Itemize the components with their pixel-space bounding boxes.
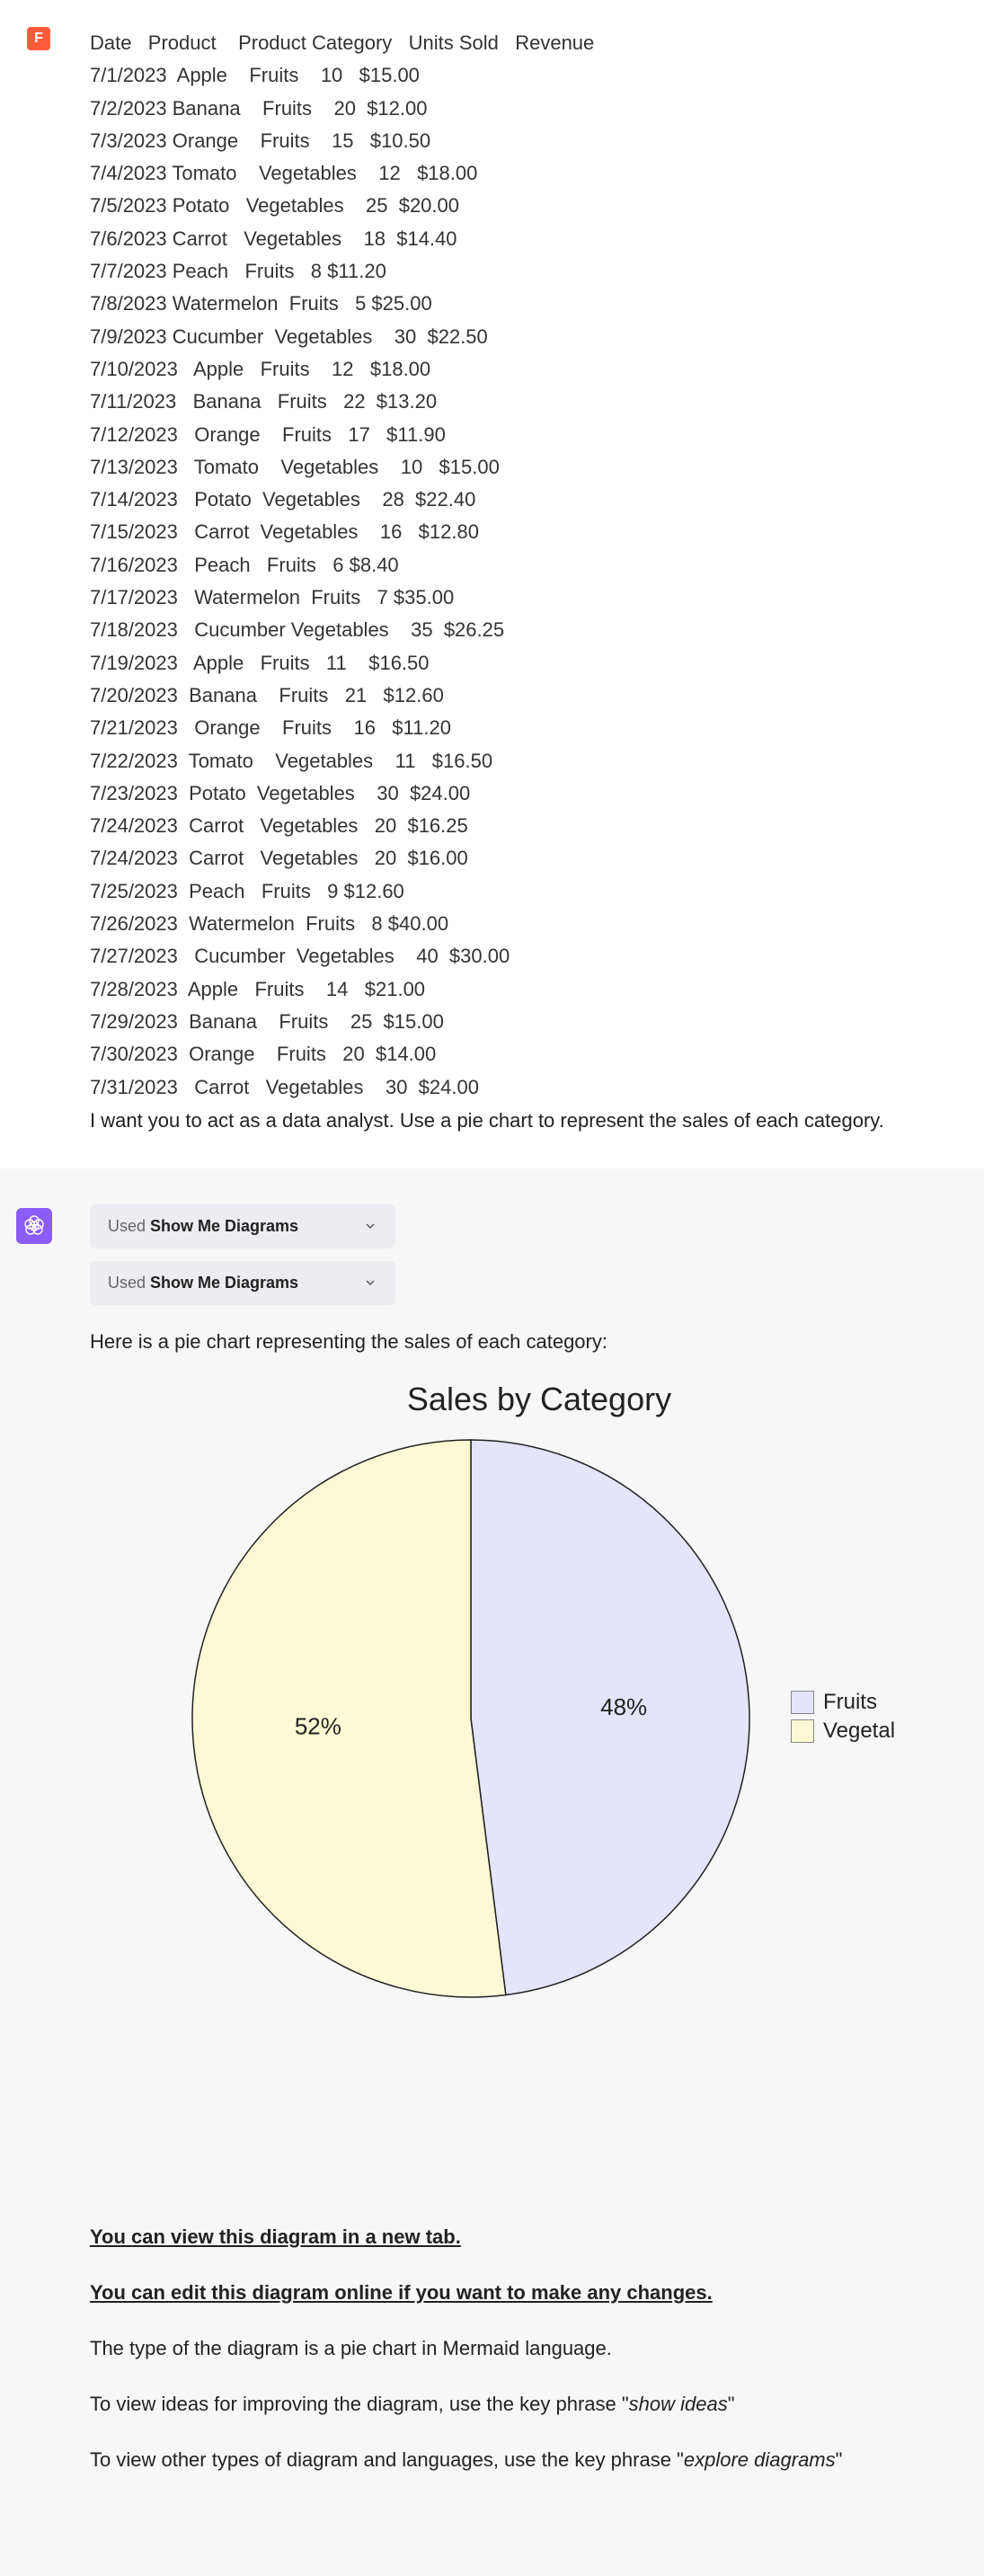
pie-slice-label: 48% (600, 1693, 647, 1720)
table-row: 7/5/2023 Potato Vegetables 25 $20.00 (90, 190, 894, 222)
legend-label: Fruits (823, 1690, 877, 1715)
table-row: 7/15/2023 Carrot Vegetables 16 $12.80 (90, 516, 894, 548)
user-prompt: I want you to act as a data analyst. Use… (90, 1109, 894, 1133)
table-row: 7/3/2023 Orange Fruits 15 $10.50 (90, 125, 894, 157)
table-row: 7/11/2023 Banana Fruits 22 $13.20 (90, 386, 894, 418)
chart-legend: Fruits Vegetal (791, 1690, 895, 1747)
legend-item: Fruits (791, 1690, 895, 1715)
chart-title: Sales by Category (90, 1381, 984, 1418)
edit-diagram-link[interactable]: You can edit this diagram online if you … (90, 2281, 713, 2304)
table-row: 7/24/2023 Carrot Vegetables 20 $16.00 (90, 842, 894, 875)
table-row: 7/14/2023 Potato Vegetables 28 $22.40 (90, 484, 894, 516)
diagram-type-text: The type of the diagram is a pie chart i… (90, 2337, 894, 2360)
assistant-avatar (16, 1208, 52, 1244)
pie-slice (192, 1440, 506, 1997)
table-row: 7/4/2023 Tomato Vegetables 12 $18.00 (90, 157, 894, 190)
chevron-down-icon (363, 1219, 377, 1233)
table-row: 7/16/2023 Peach Fruits 6 $8.40 (90, 549, 894, 582)
table-row: 7/10/2023 Apple Fruits 12 $18.00 (90, 353, 894, 386)
plugin-used-row-2[interactable]: Used Show Me Diagrams (90, 1261, 395, 1305)
raw-data-table: Date Product Product Category Units Sold… (90, 27, 894, 1104)
table-row: 7/6/2023 Carrot Vegetables 18 $14.40 (90, 223, 894, 255)
table-row: 7/26/2023 Watermelon Fruits 8 $40.00 (90, 908, 894, 940)
table-row: 7/27/2023 Cucumber Vegetables 40 $30.00 (90, 940, 894, 973)
table-row: 7/19/2023 Apple Fruits 11 $16.50 (90, 647, 894, 680)
table-row: 7/20/2023 Banana Fruits 21 $12.60 (90, 680, 894, 712)
table-row: 7/23/2023 Potato Vegetables 30 $24.00 (90, 777, 894, 810)
table-row: 7/30/2023 Orange Fruits 20 $14.00 (90, 1038, 894, 1070)
table-row: 7/18/2023 Cucumber Vegetables 35 $26.25 (90, 614, 894, 646)
table-row: 7/22/2023 Tomato Vegetables 11 $16.50 (90, 745, 894, 777)
table-row: 7/25/2023 Peach Fruits 9 $12.60 (90, 875, 894, 908)
table-row: 7/21/2023 Orange Fruits 16 $11.20 (90, 712, 894, 744)
explore-diagrams-text: To view other types of diagram and langu… (90, 2448, 894, 2472)
table-row: 7/8/2023 Watermelon Fruits 5 $25.00 (90, 288, 894, 320)
table-row: 7/17/2023 Watermelon Fruits 7 $35.00 (90, 582, 894, 614)
table-row: 7/12/2023 Orange Fruits 17 $11.90 (90, 419, 894, 451)
legend-swatch (791, 1719, 814, 1743)
chevron-down-icon (363, 1275, 377, 1290)
pie-slice-label: 52% (295, 1712, 341, 1739)
table-row: 7/1/2023 Apple Fruits 10 $15.00 (90, 59, 894, 92)
view-diagram-link[interactable]: You can view this diagram in a new tab. (90, 2225, 461, 2248)
table-row: 7/24/2023 Carrot Vegetables 20 $16.25 (90, 810, 894, 842)
pie-chart: Sales by Category 48% 52% Fruits Vegetal (90, 1381, 984, 2118)
table-row: 7/9/2023 Cucumber Vegetables 30 $22.50 (90, 321, 894, 353)
brand-logo: F (27, 27, 50, 50)
legend-item: Vegetal (791, 1719, 895, 1744)
plugin-used-row-1[interactable]: Used Show Me Diagrams (90, 1204, 395, 1248)
openai-icon (23, 1215, 45, 1237)
show-ideas-text: To view ideas for improving the diagram,… (90, 2393, 894, 2416)
table-row: 7/28/2023 Apple Fruits 14 $21.00 (90, 973, 894, 1006)
table-row: 7/2/2023 Banana Fruits 20 $12.00 (90, 93, 894, 125)
legend-label: Vegetal (823, 1719, 895, 1744)
table-header: Date Product Product Category Units Sold… (90, 27, 894, 59)
table-row: 7/7/2023 Peach Fruits 8 $11.20 (90, 255, 894, 288)
table-row: 7/29/2023 Banana Fruits 25 $15.00 (90, 1006, 894, 1038)
table-row: 7/31/2023 Carrot Vegetables 30 $24.00 (90, 1071, 894, 1104)
chart-intro-text: Here is a pie chart representing the sal… (90, 1330, 894, 1354)
response-footer: You can view this diagram in a new tab. … (90, 2225, 894, 2472)
pie-svg: 48% 52% (183, 1431, 758, 2006)
table-row: 7/13/2023 Tomato Vegetables 10 $15.00 (90, 451, 894, 484)
legend-swatch (791, 1691, 814, 1714)
